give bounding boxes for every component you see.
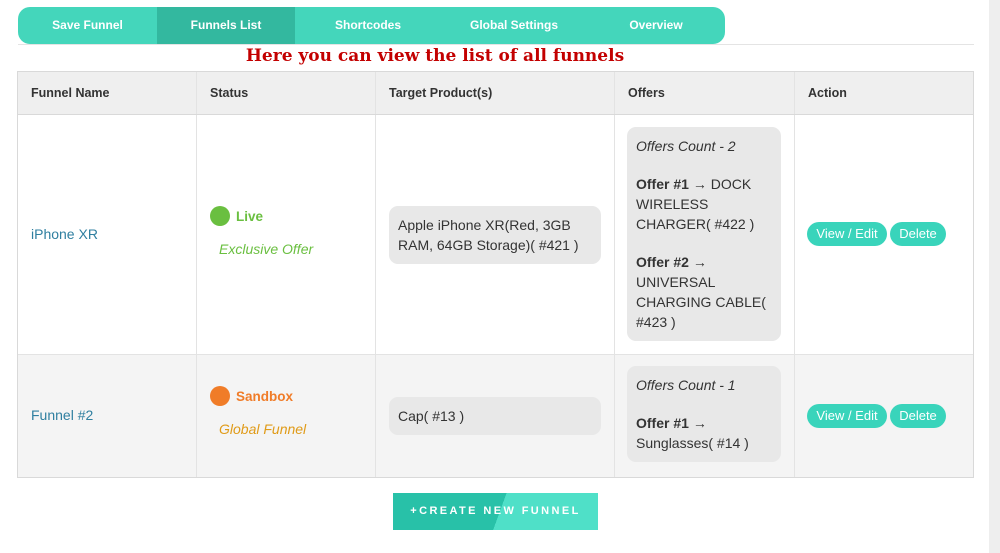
funnel-name-link[interactable]: Funnel #2 [31,407,93,423]
funnel-name-link[interactable]: iPhone XR [31,226,98,242]
column-header-funnel-name: Funnel Name [18,72,197,114]
offers-count: Offers Count - 2 [636,138,736,154]
offer-label: Offer #1 [636,176,689,192]
funnel-tabs: Save Funnel Funnels List Shortcodes Glob… [18,7,725,44]
view-edit-button[interactable]: View / Edit [807,404,887,428]
offer-item: Offer #1 → Sunglasses( #14 ) [636,413,772,453]
funnel-name-cell: Funnel #2 [18,355,197,477]
offers-count: Offers Count - 1 [636,377,736,393]
column-header-status: Status [197,72,376,114]
tabs-divider [18,44,974,45]
status-sandbox-dot-icon [210,386,230,406]
target-product-cell: Apple iPhone XR(Red, 3GB RAM, 64GB Stora… [376,115,615,354]
offer-item: Offer #1 → DOCK WIRELESS CHARGER( #422 ) [636,174,772,234]
page-heading: Here you can view the list of all funnel… [245,46,625,66]
offer-label: Offer #1 [636,415,689,431]
offer-label: Offer #2 [636,254,689,270]
status-cell: Live Exclusive Offer [197,115,376,354]
tab-funnels-list[interactable]: Funnels List [157,7,295,44]
status-live-dot-icon [210,206,230,226]
column-header-offers: Offers [615,72,795,114]
tab-shortcodes[interactable]: Shortcodes [295,7,441,44]
status-badge: Sandbox [210,386,293,406]
delete-button[interactable]: Delete [890,404,946,428]
table-row: Funnel #2 Sandbox Global Funnel Cap( #13… [18,354,973,477]
table-header-row: Funnel Name Status Target Product(s) Off… [18,72,973,115]
product-pill: Apple iPhone XR(Red, 3GB RAM, 64GB Stora… [389,206,601,264]
table-row: iPhone XR Live Exclusive Offer Apple iPh… [18,115,973,354]
funnels-table: Funnel Name Status Target Product(s) Off… [17,71,974,478]
action-cell: View / Edit Delete [795,115,973,354]
tab-save-funnel[interactable]: Save Funnel [18,7,157,44]
status-subtitle: Global Funnel [219,421,307,437]
status-label: Sandbox [236,388,294,404]
offers-box: Offers Count - 2 Offer #1 → DOCK WIRELES… [627,127,781,341]
view-edit-button[interactable]: View / Edit [807,222,887,246]
product-pill: Cap( #13 ) [389,397,601,435]
funnel-name-cell: iPhone XR [18,115,197,354]
offers-cell: Offers Count - 2 Offer #1 → DOCK WIRELES… [615,115,795,354]
offers-cell: Offers Count - 1 Offer #1 → Sunglasses( … [615,355,795,477]
create-new-funnel-button[interactable]: +CREATE NEW FUNNEL [393,493,598,530]
offer-product: Sunglasses( #14 ) [636,435,749,451]
tab-global-settings[interactable]: Global Settings [441,7,587,44]
offer-product: UNIVERSAL CHARGING CABLE( #423 ) [636,274,766,330]
status-label: Live [236,208,264,224]
tab-overview[interactable]: Overview [587,7,725,44]
offers-box: Offers Count - 1 Offer #1 → Sunglasses( … [627,366,781,462]
arrow-right-icon: → [692,254,707,270]
status-subtitle: Exclusive Offer [219,241,314,257]
column-header-target-products: Target Product(s) [376,72,615,114]
arrow-right-icon: → [692,176,707,192]
page-scrollbar[interactable] [989,0,1000,553]
arrow-right-icon: → [692,415,707,431]
delete-button[interactable]: Delete [890,222,946,246]
column-header-action: Action [808,86,847,100]
action-cell: View / Edit Delete [795,355,973,477]
target-product-cell: Cap( #13 ) [376,355,615,477]
status-cell: Sandbox Global Funnel [197,355,376,477]
status-badge: Live [210,206,263,226]
offer-item: Offer #2 → UNIVERSAL CHARGING CABLE( #42… [636,252,772,332]
